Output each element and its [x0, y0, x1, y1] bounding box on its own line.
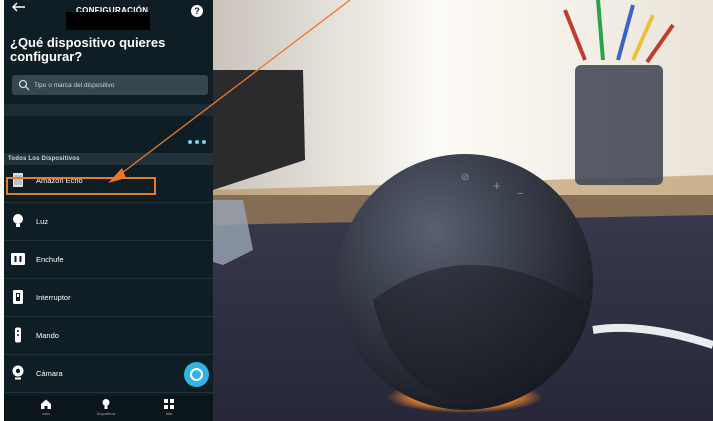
nav-label: Inicio — [41, 412, 51, 416]
devices-icon — [102, 399, 110, 409]
svg-text:+: + — [493, 178, 501, 193]
back-arrow-icon[interactable] — [12, 2, 26, 12]
carousel-dot[interactable] — [195, 140, 199, 144]
device-item-interruptor[interactable]: Interruptor — [4, 279, 213, 317]
alexa-app-screen: CONFIGURACIÓN ? ¿Qué dispositivo quieres… — [4, 0, 213, 421]
nav-item-inicio[interactable]: Inicio — [26, 398, 66, 416]
switch-icon — [13, 290, 23, 304]
amazon-echo-highlight-box — [6, 177, 156, 195]
plug-icon — [11, 253, 25, 265]
search-bar[interactable] — [12, 75, 208, 95]
svg-text:⊘: ⊘ — [461, 172, 469, 183]
carousel-band — [4, 104, 213, 116]
svg-text:−: − — [517, 188, 523, 200]
carousel-dot[interactable] — [188, 140, 192, 144]
page-title: ¿Qué dispositivo quieres configurar? — [10, 35, 166, 64]
alexa-voice-button[interactable] — [184, 362, 209, 387]
device-item-mando[interactable]: Mando — [4, 317, 213, 355]
device-label: Interruptor — [36, 293, 71, 302]
nav-label: Más — [165, 412, 173, 416]
search-input[interactable] — [34, 78, 202, 92]
app-header: CONFIGURACIÓN ? ¿Qué dispositivo quieres… — [4, 0, 213, 76]
device-label: Luz — [36, 217, 49, 226]
device-label: Cámara — [36, 369, 63, 378]
device-label: Enchufe — [36, 255, 64, 264]
camera-icon — [12, 365, 24, 380]
device-item-luz[interactable]: Luz — [4, 203, 213, 241]
carousel-dots[interactable] — [188, 131, 212, 144]
remote-icon — [15, 327, 21, 343]
device-item-camara[interactable]: Cámara — [4, 355, 213, 393]
carousel-dot[interactable] — [202, 140, 206, 144]
more-grid-icon — [164, 399, 174, 409]
device-list: Amazon Echo Luz Enchufe Interruptor Mand… — [4, 166, 213, 393]
redaction-block — [66, 12, 150, 30]
alexa-ring-icon — [190, 368, 203, 381]
nav-item-mas[interactable]: Más — [149, 398, 189, 416]
search-icon — [18, 79, 30, 91]
section-header: Todos Los Dispositivos — [4, 153, 213, 165]
home-icon — [41, 399, 51, 409]
light-bulb-icon — [13, 214, 23, 227]
nav-label: Dispositivos — [96, 412, 116, 416]
echo-dot-photo: ⊘ + − — [213, 0, 713, 421]
device-label: Mando — [36, 331, 59, 340]
nav-item-dispositivos[interactable]: Dispositivos — [86, 398, 126, 416]
help-icon[interactable]: ? — [191, 5, 203, 17]
device-item-enchufe[interactable]: Enchufe — [4, 241, 213, 279]
bottom-nav: Inicio Dispositivos Más — [4, 395, 213, 421]
